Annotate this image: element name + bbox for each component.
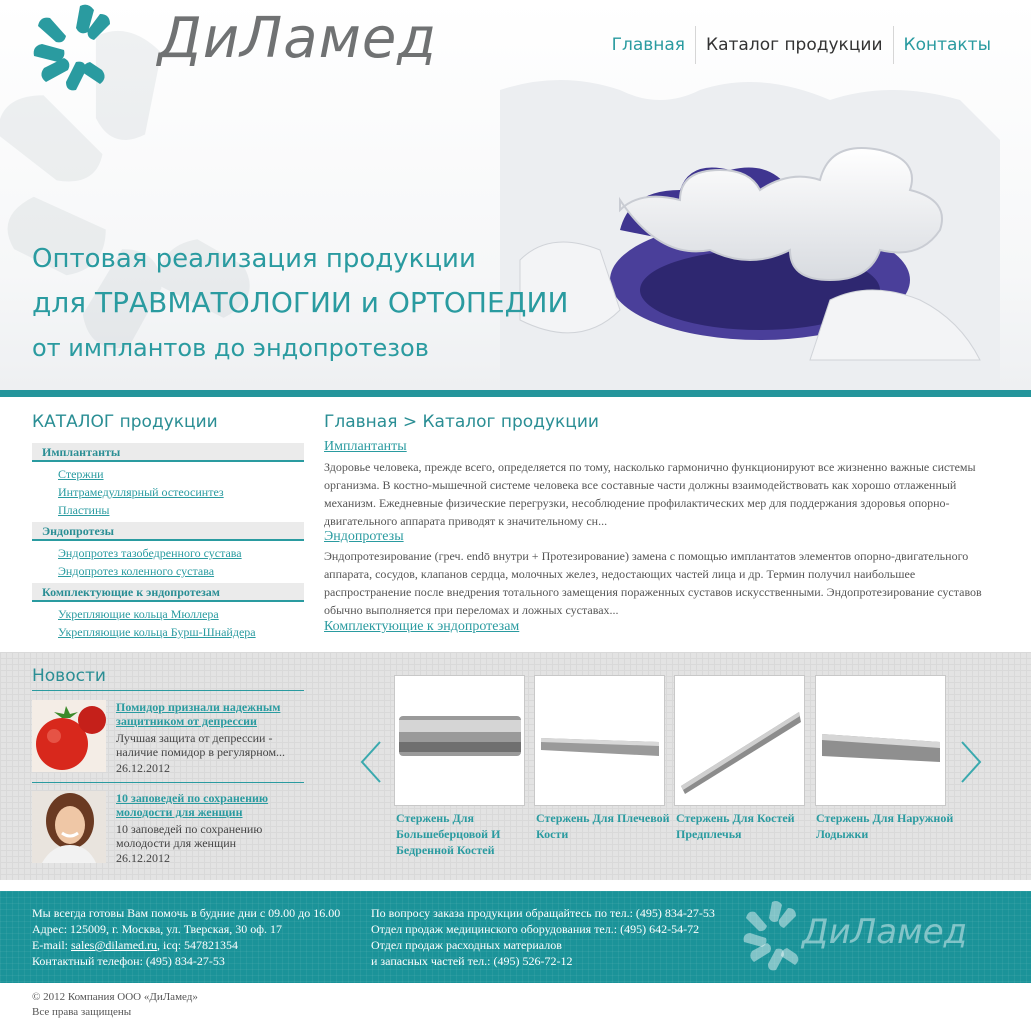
catalog-title: КАТАЛОГ продукции — [32, 412, 218, 432]
catalog-link-burch-schneider-rings[interactable]: Укрепляющие кольца Бурш-Шнайдера — [58, 625, 256, 640]
nav-contacts-link[interactable]: Контакты — [894, 26, 1002, 64]
footer-email-line: E-mail: sales@dilamed.ru, icq: 547821354 — [32, 937, 238, 953]
footer-email-link[interactable]: sales@dilamed.ru — [71, 938, 157, 952]
rod-photo — [681, 712, 801, 794]
product-image-forearm-rod[interactable] — [674, 675, 805, 806]
breadcrumb: Главная > Каталог продукции — [324, 412, 599, 432]
copyright-line: © 2012 Компания ООО «ДиЛамед» — [32, 991, 198, 1003]
news-headline-2[interactable]: 10 заповедей по сохранению молодости для… — [116, 791, 296, 819]
hero-tagline-line-3: от имплантов до эндопротезов — [32, 334, 429, 362]
catalog-group-implants[interactable]: Имплантанты — [32, 443, 304, 462]
logo-mark-icon — [33, 4, 110, 91]
section-link-endoprostheses[interactable]: Эндопротезы — [324, 529, 404, 545]
header-divider-bar — [0, 390, 1031, 397]
rod-photo — [822, 734, 940, 762]
product-name-ankle-rod[interactable]: Стержень Для Наружной Лодыжки — [816, 810, 956, 842]
news-image-woman[interactable] — [32, 791, 106, 863]
main-navigation: Главная Каталог продукции Контакты — [602, 26, 1001, 64]
nav-home-link[interactable]: Главная — [602, 26, 695, 64]
catalog-link-hip-endoprosthesis[interactable]: Эндопротез тазобедренного сустава — [58, 546, 242, 561]
product-name-tibia-rod[interactable]: Стержень Для Большеберцовой И Бедренной … — [396, 810, 536, 858]
hero-tagline-line-1: Оптовая реализация продукции — [32, 244, 476, 274]
carousel-prev-arrow-icon[interactable] — [358, 740, 384, 784]
product-image-tibia-rod[interactable] — [394, 675, 525, 806]
company-logo[interactable]: ДиЛамед — [30, 0, 436, 96]
product-image-ankle-rod[interactable] — [815, 675, 946, 806]
footer-equipment-phone: Отдел продаж медицинского оборудования т… — [371, 922, 700, 936]
news-date-2: 26.12.2012 — [116, 851, 170, 865]
footer-logo-wordmark: ДиЛамед — [802, 912, 968, 952]
section-link-components[interactable]: Комплектующие к эндопротезам — [324, 619, 519, 635]
news-date-1: 26.12.2012 — [116, 761, 170, 775]
footer-address: Адрес: 125009, г. Москва, ул. Тверская, … — [32, 922, 282, 936]
footer-email-prefix: E-mail: — [32, 938, 71, 952]
carousel-next-arrow-icon[interactable] — [958, 740, 984, 784]
catalog-link-intramedullary[interactable]: Интрамедуллярный остеосинтез — [58, 485, 224, 500]
section-text-endoprostheses: Эндопротезирование (греч. endō внутри + … — [324, 549, 982, 617]
catalog-group-label: Эндопротезы — [42, 524, 114, 538]
rod-photo — [541, 738, 659, 756]
news-divider — [32, 782, 304, 783]
news-headline-1[interactable]: Помидор признали надежным защитником от … — [116, 700, 296, 728]
news-title: Новости — [32, 666, 106, 686]
hero-tagline-line-2: для ТРАВМАТОЛОГИИ и ОРТОПЕДИИ — [32, 286, 569, 319]
rights-line: Все права защищены — [32, 1006, 132, 1018]
footer-supplies-phone: и запасных частей тел.: (495) 526-72-12 — [371, 954, 573, 968]
news-summary-2: 10 заповедей по сохранению молодости для… — [116, 822, 263, 850]
footer-phone: Контактный телефон: (495) 834-27-53 — [32, 954, 225, 968]
product-image-humerus-rod[interactable] — [534, 675, 665, 806]
footer-order-phone: По вопросу заказа продукции обращайтесь … — [371, 906, 715, 920]
woman-photo — [32, 791, 106, 863]
product-name-forearm-rod[interactable]: Стержень Для Костей Предплечья — [676, 810, 816, 842]
catalog-link-knee-endoprosthesis[interactable]: Эндопротез коленного сустава — [58, 564, 214, 579]
catalog-group-label: Имплантанты — [42, 445, 121, 459]
news-image-tomato[interactable] — [32, 700, 106, 772]
section-link-implants[interactable]: Имплантанты — [324, 439, 407, 455]
product-name-humerus-rod[interactable]: Стержень Для Плечевой Кости — [536, 810, 676, 842]
catalog-link-plates[interactable]: Пластины — [58, 503, 109, 518]
rod-photo — [399, 716, 521, 756]
catalog-group-label: Комплектующие к эндопротезам — [42, 585, 220, 599]
catalog-group-endoprostheses[interactable]: Эндопротезы — [32, 522, 304, 541]
logo-wordmark: ДиЛамед — [158, 6, 437, 71]
catalog-link-muller-rings[interactable]: Укрепляющие кольца Мюллера — [58, 607, 219, 622]
catalog-group-components[interactable]: Комплектующие к эндопротезам — [32, 583, 304, 602]
news-summary-1: Лучшая защита от депрессии - наличие пом… — [116, 731, 286, 759]
puzzle-illustration — [500, 80, 1000, 390]
catalog-link-rods[interactable]: Стержни — [58, 467, 104, 482]
nav-catalog-link[interactable]: Каталог продукции — [696, 26, 892, 64]
news-divider — [32, 690, 304, 691]
hero-banner: ДиЛамед Главная Каталог продукции Контак… — [0, 0, 1031, 390]
footer-hours: Мы всегда готовы Вам помочь в будние дни… — [32, 906, 341, 920]
footer-supplies-label: Отдел продаж расходных материалов — [371, 938, 562, 952]
section-text-implants: Здоровье человека, прежде всего, определ… — [324, 460, 976, 528]
footer-icq: , icq: 547821354 — [157, 938, 239, 952]
tomato-photo — [32, 700, 106, 772]
